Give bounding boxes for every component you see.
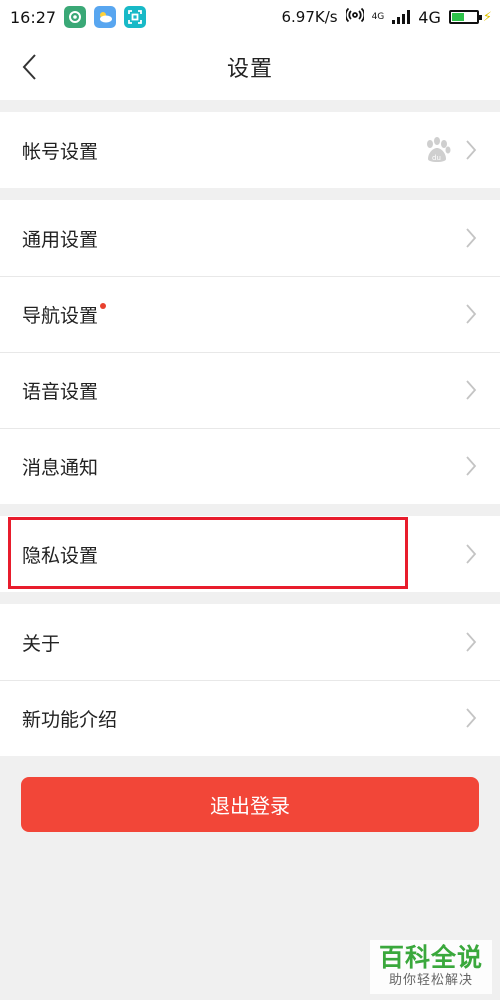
scan-icon — [124, 6, 147, 28]
privacy-settings-label: 隐私设置 — [22, 544, 99, 567]
chevron-right-icon — [464, 227, 478, 249]
navigation-settings-label: 导航设置 — [22, 304, 99, 327]
new-features-label: 新功能介绍 — [22, 708, 118, 731]
page-title: 设置 — [226, 57, 273, 82]
status-right: 6.97K/s 4G 4G ⚡ — [281, 6, 492, 28]
account-settings-row[interactable]: 帐号设置 du — [0, 112, 500, 188]
message-notifications-row[interactable]: 消息通知 — [0, 428, 500, 504]
new-badge-dot — [100, 302, 107, 309]
battery-icon — [448, 10, 482, 24]
chevron-right-icon — [464, 707, 478, 729]
general-settings-label: 通用设置 — [22, 228, 99, 251]
logout-label: 退出登录 — [210, 794, 290, 818]
chevron-right-icon — [464, 631, 478, 653]
status-time: 16:27 — [10, 7, 57, 27]
chevron-left-icon — [22, 54, 36, 80]
app-green-icon — [64, 6, 87, 28]
charging-icon: ⚡ — [482, 9, 492, 25]
watermark-subtitle: 助你轻松解决 — [388, 973, 473, 988]
logout-button[interactable]: 退出登录 — [21, 777, 479, 832]
watermark: 百科全说 助你轻松解决 — [370, 940, 492, 994]
about-label: 关于 — [22, 632, 61, 655]
message-notifications-label: 消息通知 — [22, 456, 99, 479]
signal-icon — [392, 10, 411, 24]
about-group: 关于 新功能介绍 — [0, 604, 500, 756]
privacy-group: 隐私设置 — [0, 516, 500, 592]
navigation-settings-label-wrap: 导航设置 — [22, 301, 464, 328]
battery-level — [451, 13, 464, 21]
general-group: 通用设置 导航设置 语音设置 消息通知 — [0, 200, 500, 504]
watermark-title: 百科全说 — [378, 943, 483, 972]
baidu-paw-logo: du — [422, 135, 452, 165]
voice-settings-label: 语音设置 — [22, 380, 99, 403]
voice-settings-row[interactable]: 语音设置 — [0, 352, 500, 428]
account-group: 帐号设置 du — [0, 112, 500, 188]
network-small-label: 4G — [371, 11, 385, 22]
chevron-right-icon — [464, 139, 478, 161]
chevron-right-icon — [464, 379, 478, 401]
general-settings-row[interactable]: 通用设置 — [0, 200, 500, 276]
chevron-right-icon — [464, 303, 478, 325]
chevron-right-icon — [464, 455, 478, 477]
status-bar: 16:27 6.97K/s 4G 4G ⚡ — [0, 0, 500, 34]
account-settings-label: 帐号设置 — [22, 140, 99, 163]
new-features-row[interactable]: 新功能介绍 — [0, 680, 500, 756]
back-button[interactable] — [14, 50, 44, 84]
net-speed: 6.97K/s — [281, 8, 338, 26]
status-left: 16:27 — [10, 6, 147, 28]
navigation-settings-row[interactable]: 导航设置 — [0, 276, 500, 352]
network-label: 4G — [418, 7, 441, 27]
privacy-settings-row[interactable]: 隐私设置 — [0, 516, 500, 592]
title-bar: 设置 — [0, 34, 500, 100]
weather-icon — [94, 6, 117, 28]
svg-text:du: du — [432, 154, 441, 162]
chevron-right-icon — [464, 543, 478, 565]
about-row[interactable]: 关于 — [0, 604, 500, 680]
hotspot-icon — [344, 6, 365, 28]
